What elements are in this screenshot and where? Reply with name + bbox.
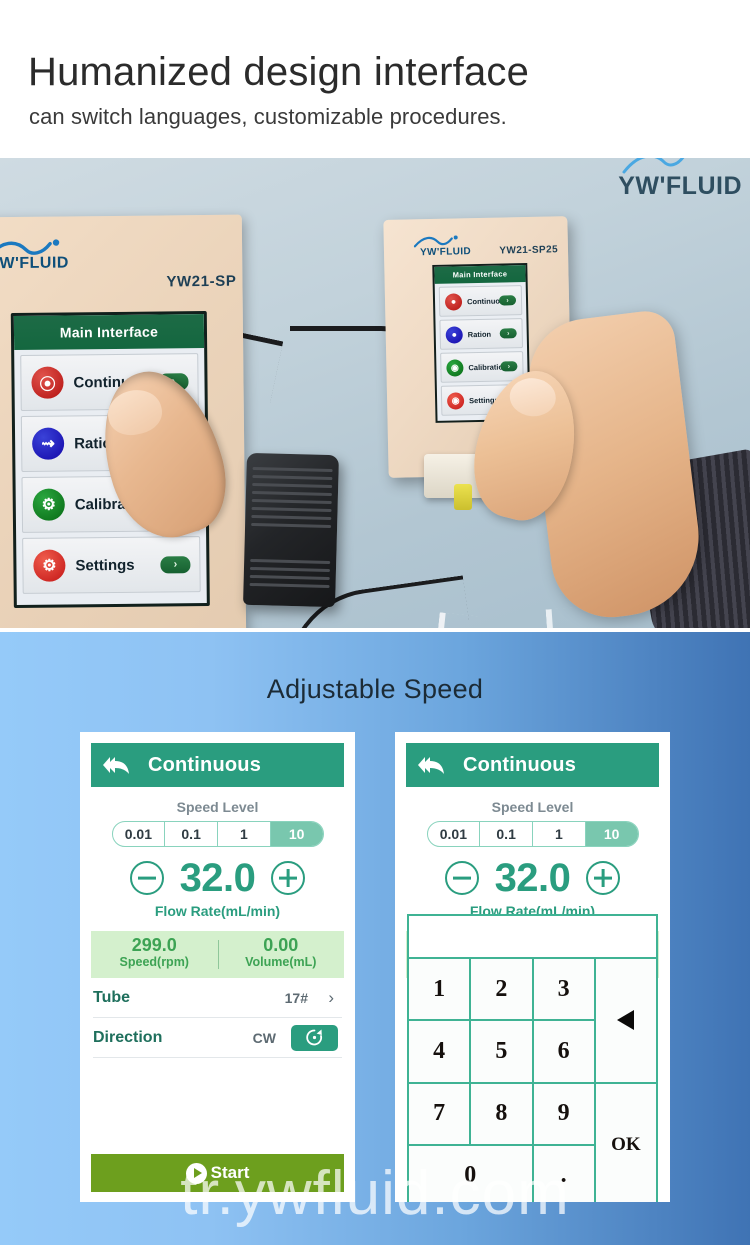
direction-toggle-button[interactable] [291, 1024, 338, 1051]
page-header: Humanized design interface can switch la… [0, 0, 750, 158]
numeric-keypad[interactable]: 1 2 3 4 5 6 7 8 9 OK 0 . [407, 914, 658, 1202]
start-button[interactable]: Start [91, 1154, 344, 1192]
keypad-display[interactable] [409, 916, 656, 957]
keypad-key-0[interactable]: 0 [409, 1145, 532, 1202]
right-flow-rate-row: 32.0 [395, 858, 670, 898]
keypad-key-7[interactable]: 7 [409, 1083, 470, 1144]
left-stat-volume: 0.00 Volume(mL) [218, 931, 345, 978]
right-speed-level-segmented[interactable]: 0.01 0.1 1 10 [426, 821, 639, 847]
keypad-ok-button[interactable]: OK [595, 1083, 656, 1202]
backspace-arrow-icon [617, 1010, 635, 1031]
ui-screen-right: Continuous Speed Level 0.01 0.1 1 10 32.… [395, 732, 670, 1202]
chevron-right-icon: › [498, 295, 517, 306]
left-device-brand: YW'FLUID [0, 254, 70, 273]
row-value: CW [252, 1029, 276, 1046]
chevron-right-icon: › [160, 555, 191, 574]
left-speed-level-label: Speed Level [176, 799, 259, 815]
tube-connector-left [454, 484, 472, 510]
gear-circle-icon: ⚙ [32, 488, 65, 521]
page-subtitle: can switch languages, customizable proce… [29, 104, 507, 129]
left-ui-header: Continuous [91, 743, 344, 787]
left-row-direction[interactable]: Direction CW [93, 1018, 342, 1058]
keypad-key-2[interactable]: 2 [471, 959, 532, 1020]
speed-level-option-0[interactable]: 0.01 [428, 822, 481, 846]
increase-flow-rate-button[interactable] [586, 861, 621, 895]
decrease-flow-rate-button[interactable] [444, 861, 479, 895]
keypad-key-9[interactable]: 9 [533, 1083, 594, 1144]
stat-label: Speed(rpm) [119, 954, 189, 969]
ui-screen-left: Continuous Speed Level 0.01 0.1 1 10 32.… [80, 732, 355, 1202]
flame-circle-icon: ⦿ [31, 366, 64, 399]
left-stats-strip: 299.0 Speed(rpm) 0.00 Volume(mL) [91, 931, 344, 978]
wave-circle-icon: ● [445, 325, 463, 344]
increase-flow-rate-button[interactable] [271, 861, 306, 895]
right-menu-item-continuous[interactable]: ● Continuous › [438, 285, 523, 317]
right-thumbnail [507, 375, 558, 419]
keypad-key-8[interactable]: 8 [471, 1083, 532, 1144]
product-photo: YW'FLUID YW21-SP25 Main Interface ● Cont… [0, 158, 750, 628]
row-label: Tube [93, 988, 131, 1006]
keypad-grid: 1 2 3 4 5 6 7 8 9 OK 0 . [409, 959, 656, 1202]
photo-watermark-brand: YW'FLUID [618, 172, 742, 200]
speed-level-option-1[interactable]: 0.1 [480, 822, 533, 846]
double-back-arrow-icon[interactable] [103, 754, 133, 776]
left-flow-rate-value: 32.0 [179, 856, 256, 900]
start-button-label: Start [210, 1163, 250, 1182]
left-speed-level-segmented[interactable]: 0.01 0.1 1 10 [111, 821, 324, 847]
right-device-brand: YW'FLUID [419, 246, 472, 259]
keypad-backspace-button[interactable] [595, 959, 656, 1082]
gear-red-circle-icon: ◉ [446, 391, 465, 410]
speed-level-option-2[interactable]: 1 [533, 822, 586, 846]
wave-circle-icon: ⇝ [31, 427, 65, 460]
chevron-right-icon: › [499, 328, 517, 339]
right-screen-title: Main Interface [434, 264, 526, 284]
left-menu-item-settings[interactable]: ⚙ Settings › [22, 536, 201, 594]
right-ui-header: Continuous [406, 743, 659, 787]
row-label: Direction [93, 1028, 163, 1046]
row-value: 17# [284, 989, 308, 1006]
left-flow-rate-row: 32.0 [80, 858, 355, 898]
keypad-key-4[interactable]: 4 [409, 1021, 470, 1082]
left-row-tube[interactable]: Tube 17# › [93, 978, 342, 1018]
right-speed-level-label: Speed Level [491, 799, 574, 815]
speed-level-option-0[interactable]: 0.01 [113, 822, 166, 846]
right-device-model: YW21-SP25 [499, 244, 559, 257]
adjustable-speed-section: Adjustable Speed Continuous Speed Level … [0, 632, 750, 1245]
speed-level-option-1[interactable]: 0.1 [165, 822, 218, 846]
left-stat-speed: 299.0 Speed(rpm) [91, 931, 218, 978]
speed-level-option-3[interactable]: 10 [270, 822, 323, 846]
left-screen-title: Main Interface [13, 314, 205, 351]
foot-pedal [243, 452, 339, 608]
speed-level-option-3[interactable]: 10 [585, 822, 638, 846]
menu-label: Settings [75, 556, 135, 574]
flame-circle-icon: ● [444, 292, 463, 311]
gear-red-circle-icon: ⚙ [33, 549, 66, 582]
left-flow-rate-unit: Flow Rate(mL/min) [154, 903, 281, 919]
section-title: Adjustable Speed [266, 674, 484, 704]
right-menu-item-calibration[interactable]: ◉ Calibration › [440, 351, 524, 383]
left-device-model: YW21-SP [166, 272, 237, 291]
left-device-brand-wrap: YW'FLUID [0, 254, 69, 273]
right-menu-item-ration[interactable]: ● Ration › [439, 318, 524, 350]
keypad-key-6[interactable]: 6 [533, 1021, 594, 1082]
decrease-flow-rate-button[interactable] [129, 861, 164, 895]
stat-label: Volume(mL) [245, 954, 317, 969]
gear-circle-icon: ◉ [446, 358, 464, 377]
chevron-right-icon: › [500, 361, 518, 372]
keypad-key-5[interactable]: 5 [471, 1021, 532, 1082]
keypad-key-dot[interactable]: . [533, 1145, 594, 1202]
page-title: Humanized design interface [28, 50, 530, 94]
chevron-right-icon: › [328, 987, 334, 1007]
rotate-cw-icon [306, 1029, 323, 1046]
menu-label: Ration [467, 329, 492, 339]
stat-value: 0.00 [263, 935, 299, 955]
keypad-key-3[interactable]: 3 [533, 959, 594, 1020]
play-icon [185, 1162, 207, 1184]
speed-level-option-2[interactable]: 1 [218, 822, 271, 846]
keypad-key-1[interactable]: 1 [409, 959, 470, 1020]
stat-value: 299.0 [131, 935, 177, 955]
double-back-arrow-icon[interactable] [418, 754, 448, 776]
right-flow-rate-value: 32.0 [494, 856, 571, 900]
